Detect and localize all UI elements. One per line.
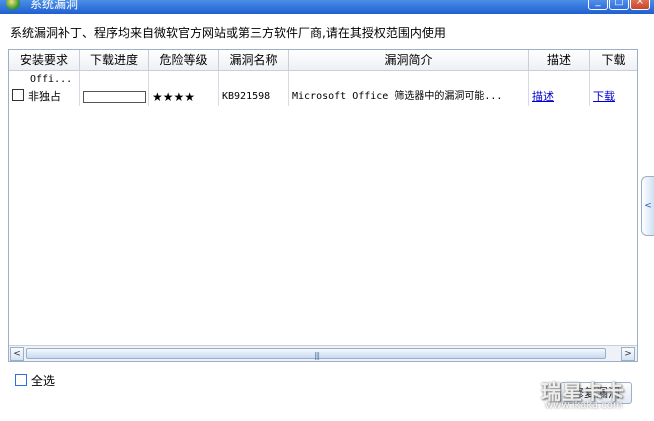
column-header-progress[interactable]: 下载进度 xyxy=(80,50,149,70)
desc-cell: 描述 xyxy=(529,88,590,106)
side-collapse-tab[interactable]: < xyxy=(641,176,654,236)
scroll-left-button[interactable]: < xyxy=(10,347,24,361)
download-link[interactable]: 下载 xyxy=(593,90,615,103)
chevron-left-icon: < xyxy=(644,201,652,211)
vulnerability-table: 安装要求 下载进度 危险等级 漏洞名称 漏洞简介 描述 下载 Offi... 非… xyxy=(8,49,638,362)
horizontal-scrollbar[interactable]: < ||| > xyxy=(9,345,637,361)
title-bar: 系统漏洞 _ □ × xyxy=(0,0,654,14)
repair-vulnerabilities-button[interactable]: 修复漏洞 xyxy=(560,382,632,404)
info-text: 系统漏洞补丁、程序均来自微软官方网站或第三方软件厂商,请在其授权范围内使用 xyxy=(10,26,446,40)
window-title: 系统漏洞 xyxy=(30,0,79,11)
column-header-name[interactable]: 漏洞名称 xyxy=(219,50,289,70)
column-header-download[interactable]: 下载 xyxy=(590,50,637,70)
scroll-grip-icon: ||| xyxy=(314,351,320,360)
select-all[interactable]: 全选 xyxy=(15,372,55,389)
danger-level: ★★★★ xyxy=(149,88,219,106)
table-row[interactable]: 非独占 ★★★★ KB921598 Microsoft Office 筛选器中的… xyxy=(9,88,637,106)
close-button[interactable]: × xyxy=(630,0,650,10)
progress-cell xyxy=(80,88,149,106)
select-all-label: 全选 xyxy=(31,374,56,388)
scroll-right-button[interactable]: > xyxy=(621,347,635,361)
row-checkbox[interactable] xyxy=(12,89,24,101)
column-header-requirement[interactable]: 安装要求 xyxy=(9,50,80,70)
table-group-row: Offi... xyxy=(9,71,637,89)
vuln-summary: Microsoft Office 筛选器中的漏洞可能... xyxy=(289,88,529,106)
description-link[interactable]: 描述 xyxy=(532,90,554,103)
download-cell: 下载 xyxy=(590,88,637,106)
table-header: 安装要求 下载进度 危险等级 漏洞名称 漏洞简介 描述 下载 xyxy=(9,50,637,71)
group-label: Offi... xyxy=(9,71,80,89)
column-header-summary[interactable]: 漏洞简介 xyxy=(289,50,529,70)
minimize-button[interactable]: _ xyxy=(588,0,608,10)
requirement-text: 非独占 xyxy=(28,90,61,103)
requirement-cell: 非独占 xyxy=(9,88,80,106)
shield-globe-icon xyxy=(6,0,20,10)
vuln-name: KB921598 xyxy=(219,88,289,106)
select-all-checkbox[interactable] xyxy=(15,374,27,386)
column-header-danger[interactable]: 危险等级 xyxy=(149,50,219,70)
download-progress-bar xyxy=(83,91,146,103)
scroll-thumb[interactable]: ||| xyxy=(26,348,606,360)
column-header-desc[interactable]: 描述 xyxy=(529,50,590,70)
restore-button[interactable]: □ xyxy=(609,0,629,10)
